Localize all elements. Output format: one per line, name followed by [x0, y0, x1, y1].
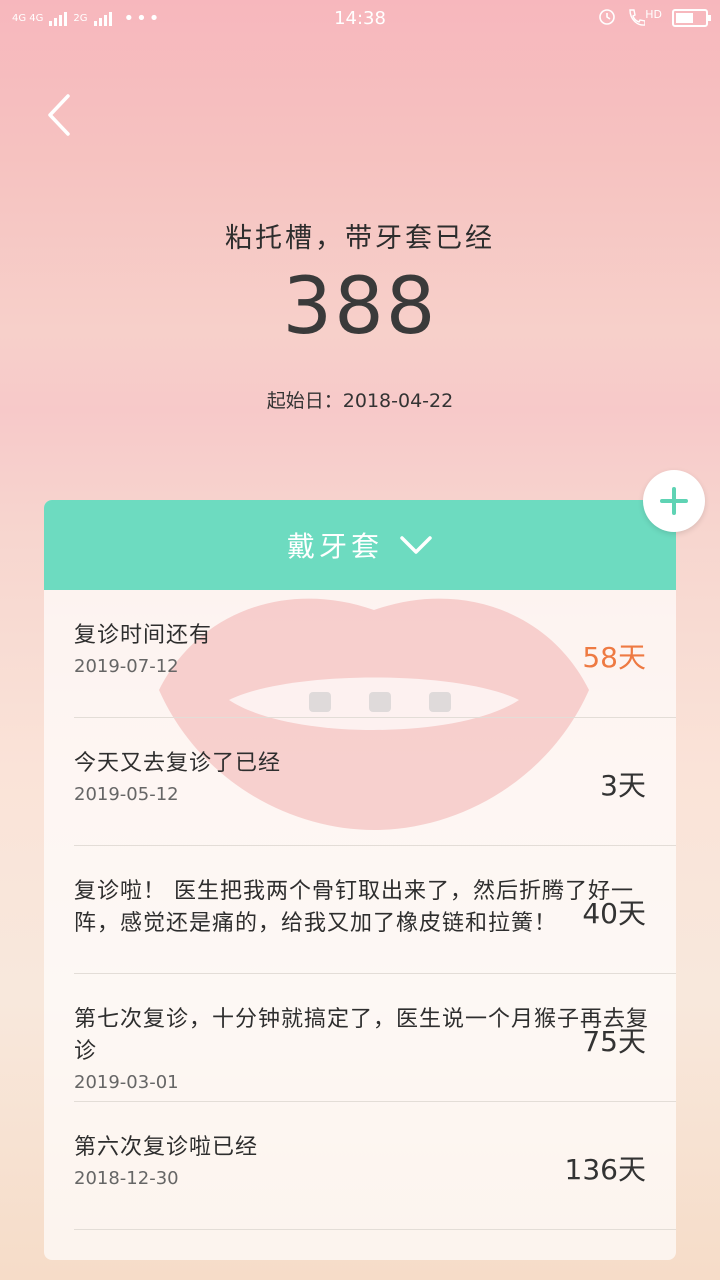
start-date-value: 2018-04-22	[342, 390, 454, 412]
item-title: 第七次复诊，十分钟就搞定了，医生说一个月猴子再去复诊	[74, 1007, 650, 1064]
list-item[interactable]: 复诊时间还有 2019-07-12 58天	[74, 590, 676, 718]
timeline-card: 戴牙套 复诊时间还有 2019-07-12 58天 今天又去复诊了已经 2019…	[44, 500, 676, 1260]
call-hd-icon: HD	[627, 8, 662, 28]
chevron-left-icon	[48, 94, 70, 136]
item-days: 3天	[600, 769, 646, 802]
back-button[interactable]	[40, 90, 80, 140]
item-title: 复诊时间还有	[74, 623, 213, 648]
signal-icon-2	[93, 10, 112, 26]
brace-type-dropdown[interactable]: 戴牙套	[44, 500, 676, 590]
list-item[interactable]: 今天又去复诊了已经 2019-05-12 3天	[74, 718, 676, 846]
signal-group: 4G 4G 2G •••	[12, 8, 161, 29]
status-bar: 4G 4G 2G ••• 14:38 HD	[0, 0, 720, 36]
list-item[interactable]: 第七次复诊，十分钟就搞定了，医生说一个月猴子再去复诊 2019-03-01 75…	[74, 974, 676, 1102]
item-days: 40天	[582, 897, 646, 930]
item-date: 2019-07-12	[74, 656, 179, 677]
alarm-icon	[597, 6, 617, 30]
signal-icon	[49, 10, 68, 26]
brace-type-label: 戴牙套	[286, 530, 383, 563]
network-label-left: 4G 4G	[12, 12, 44, 24]
chevron-down-icon	[400, 536, 432, 554]
list-item[interactable]: 第六次复诊啦已经 2018-12-30 136天	[74, 1102, 676, 1230]
item-date: 2019-05-12	[74, 784, 179, 805]
item-days: 136天	[564, 1153, 646, 1186]
timeline-list: 复诊时间还有 2019-07-12 58天 今天又去复诊了已经 2019-05-…	[44, 590, 676, 1230]
item-title: 今天又去复诊了已经	[74, 751, 282, 776]
battery-icon	[672, 9, 711, 27]
plus-icon	[660, 487, 688, 515]
battery-fill	[676, 13, 693, 23]
more-dots-icon: •••	[123, 7, 162, 29]
hd-label: HD	[645, 8, 662, 21]
item-days: 75天	[582, 1025, 646, 1058]
item-title: 复诊啦！ 医生把我两个骨钉取出来了，然后折腾了好一阵，感觉还是痛的，给我又加了橡…	[74, 879, 634, 936]
list-item[interactable]: 复诊啦！ 医生把我两个骨钉取出来了，然后折腾了好一阵，感觉还是痛的，给我又加了橡…	[74, 846, 676, 974]
item-days: 58天	[582, 641, 646, 674]
start-date-row: 起始日：2018-04-22	[0, 386, 720, 413]
headline: 粘托槽，带牙套已经	[225, 223, 495, 254]
days-counter: 388	[282, 262, 438, 352]
item-date: 2018-12-30	[74, 1168, 179, 1189]
add-entry-button[interactable]	[643, 470, 705, 532]
network-label-right: 2G	[73, 12, 88, 24]
status-icons: HD	[597, 6, 711, 30]
item-date: 2019-03-01	[74, 1072, 179, 1093]
start-date-label: 起始日：	[266, 390, 343, 412]
